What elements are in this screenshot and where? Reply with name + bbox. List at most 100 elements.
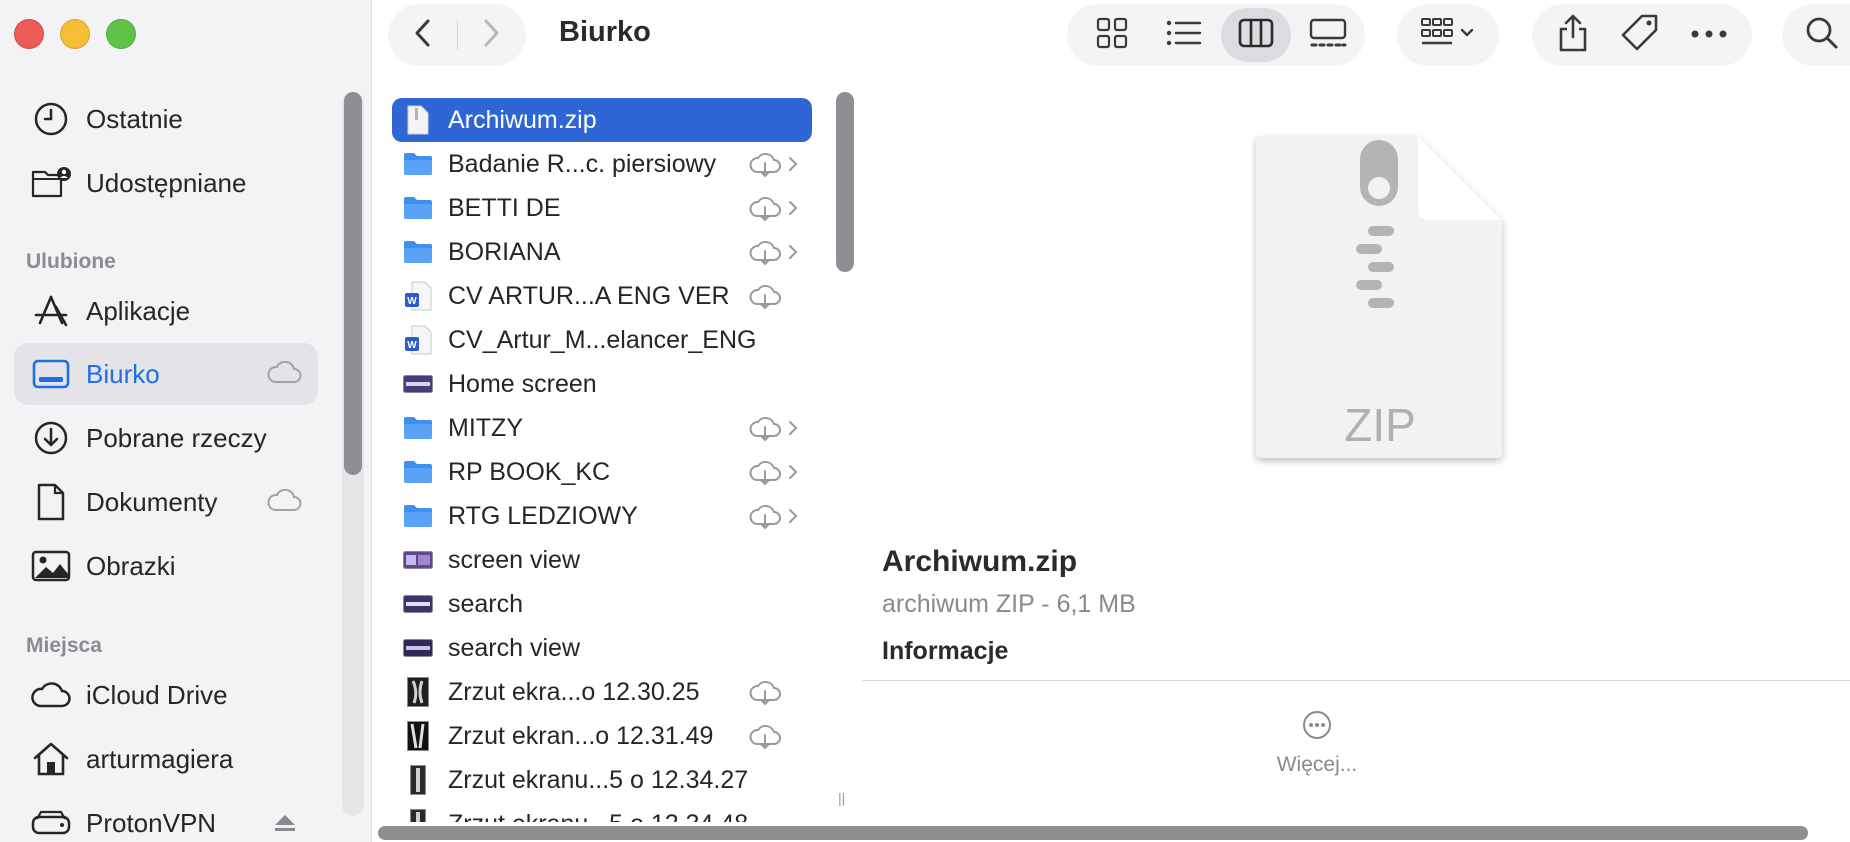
divider [862, 680, 1850, 681]
folder-icon [402, 412, 434, 444]
tag-icon[interactable] [1620, 13, 1660, 58]
sidebar-item-documents[interactable]: Dokumenty [14, 471, 318, 533]
chevron-right-icon [788, 464, 798, 485]
cloud-download-icon[interactable] [748, 240, 782, 271]
file-name: CV ARTUR...A ENG VER [448, 281, 730, 310]
file-name: Zrzut ekranu...5 o 12.34.48 [448, 810, 748, 823]
back-button[interactable] [388, 4, 457, 66]
shared-folder-icon [28, 160, 74, 206]
downloads-icon [28, 415, 74, 461]
file-row-image[interactable]: search view [392, 626, 812, 670]
sidebar-item-label: Obrazki [86, 550, 176, 581]
folder-icon [402, 456, 434, 488]
xray-thumbnail-icon [402, 720, 434, 752]
file-row-image[interactable]: Zrzut ekranu...5 o 12.34.27 [392, 758, 812, 802]
file-row-document[interactable]: W CV ARTUR...A ENG VER [392, 274, 812, 318]
view-mode-selector [1067, 4, 1365, 66]
file-row-image[interactable]: Zrzut ekranu...5 o 12.34.48 [392, 802, 812, 822]
icloud-status-icon [266, 360, 302, 390]
file-row-image[interactable]: Zrzut ekra...o 12.30.25 [392, 670, 812, 714]
file-name: BETTI DE [448, 193, 561, 222]
cloud-download-icon[interactable] [748, 284, 782, 315]
file-row-archiwum-zip[interactable]: Archiwum.zip [392, 98, 812, 142]
screenshot-thumbnail-icon [402, 588, 434, 620]
cloud-download-icon[interactable] [748, 680, 782, 711]
sidebar-item-icloud-drive[interactable]: iCloud Drive [14, 664, 318, 726]
more-button[interactable]: Więcej... [1242, 710, 1392, 777]
list-view-button[interactable] [1149, 8, 1219, 62]
preview-file-name: Archiwum.zip [882, 545, 1078, 578]
icon-view-button[interactable] [1077, 8, 1147, 62]
horizontal-scrollbar[interactable] [378, 826, 1808, 840]
file-row-folder[interactable]: RTG LEDZIOWY [392, 494, 812, 538]
file-row-folder[interactable]: MITZY [392, 406, 812, 450]
chevron-left-icon [413, 18, 431, 53]
locations-section-header: Miejsca [26, 634, 102, 657]
group-by-button[interactable] [1397, 4, 1499, 66]
cloud-download-icon[interactable] [748, 152, 782, 183]
file-row-image[interactable]: screen view [392, 538, 812, 582]
applications-icon [28, 288, 74, 334]
eject-icon[interactable] [274, 814, 296, 837]
svg-text:W: W [407, 340, 417, 351]
clock-icon [28, 96, 74, 142]
file-row-image[interactable]: Zrzut ekran...o 12.31.49 [392, 714, 812, 758]
file-row-folder[interactable]: BORIANA [392, 230, 812, 274]
sidebar-item-label: Pobrane rzeczy [86, 422, 267, 453]
file-row-image[interactable]: search [392, 582, 812, 626]
sidebar-item-protonvpn[interactable]: ProtonVPN [14, 792, 318, 842]
file-row-folder[interactable]: RP BOOK_KC [392, 450, 812, 494]
cloud-download-icon[interactable] [748, 504, 782, 535]
column-view-button[interactable] [1221, 8, 1291, 62]
cloud-icon [28, 672, 74, 718]
sidebar: Ostatnie Udostępniane Ulubione Aplikacje… [0, 0, 372, 842]
chevron-right-icon [788, 200, 798, 221]
file-name: Archiwum.zip [448, 105, 597, 134]
file-name: Zrzut ekran...o 12.31.49 [448, 721, 714, 750]
gallery-view-button[interactable] [1293, 8, 1363, 62]
sidebar-item-label: Aplikacje [86, 295, 191, 326]
sidebar-item-home[interactable]: arturmagiera [14, 728, 318, 790]
window-controls [14, 19, 136, 49]
sidebar-item-downloads[interactable]: Pobrane rzeczy [14, 407, 318, 469]
column-scrollbar-thumb[interactable] [836, 92, 854, 272]
more-actions-icon[interactable] [1691, 26, 1727, 44]
file-name: RTG LEDZIOWY [448, 501, 638, 530]
actions-group [1532, 4, 1752, 66]
sidebar-item-shared[interactable]: Udostępniane [14, 152, 318, 214]
document-icon [28, 479, 74, 525]
sidebar-item-applications[interactable]: Aplikacje [14, 280, 318, 342]
minimize-window-button[interactable] [60, 19, 90, 49]
cloud-download-icon[interactable] [748, 724, 782, 755]
file-row-folder[interactable]: Badanie R...c. piersiowy [392, 142, 812, 186]
file-row-image[interactable]: Home screen [392, 362, 812, 406]
word-document-icon: W [402, 324, 434, 356]
file-row-folder[interactable]: BETTI DE [392, 186, 812, 230]
sidebar-scrollbar-thumb[interactable] [344, 92, 362, 475]
chevron-right-icon [788, 420, 798, 441]
sidebar-item-recents[interactable]: Ostatnie [14, 88, 318, 150]
toolbar: Biurko [372, 0, 1850, 70]
forward-button[interactable] [458, 4, 527, 66]
sidebar-item-pictures[interactable]: Obrazki [14, 535, 318, 597]
ellipsis-circle-icon [1302, 710, 1332, 745]
close-window-button[interactable] [14, 19, 44, 49]
sidebar-scrollbar[interactable] [342, 92, 364, 816]
xray-thumbnail-icon [402, 808, 434, 822]
cloud-download-icon[interactable] [748, 460, 782, 491]
maximize-window-button[interactable] [106, 19, 136, 49]
file-row-document[interactable]: W CV_Artur_M...elancer_ENG [392, 318, 812, 362]
cloud-download-icon[interactable] [748, 416, 782, 447]
drive-icon [28, 800, 74, 842]
sidebar-item-desktop[interactable]: Biurko [14, 343, 318, 405]
navigation-controls [388, 4, 526, 66]
column-scrollbar[interactable] [834, 92, 856, 812]
sidebar-item-label: Ostatnie [86, 103, 183, 134]
share-icon[interactable] [1557, 13, 1589, 58]
search-button[interactable] [1782, 4, 1850, 66]
file-name: screen view [448, 545, 580, 574]
xray-thumbnail-icon [402, 764, 434, 796]
cloud-download-icon[interactable] [748, 196, 782, 227]
word-document-icon: W [402, 280, 434, 312]
column-resize-handle[interactable]: || [838, 790, 845, 806]
